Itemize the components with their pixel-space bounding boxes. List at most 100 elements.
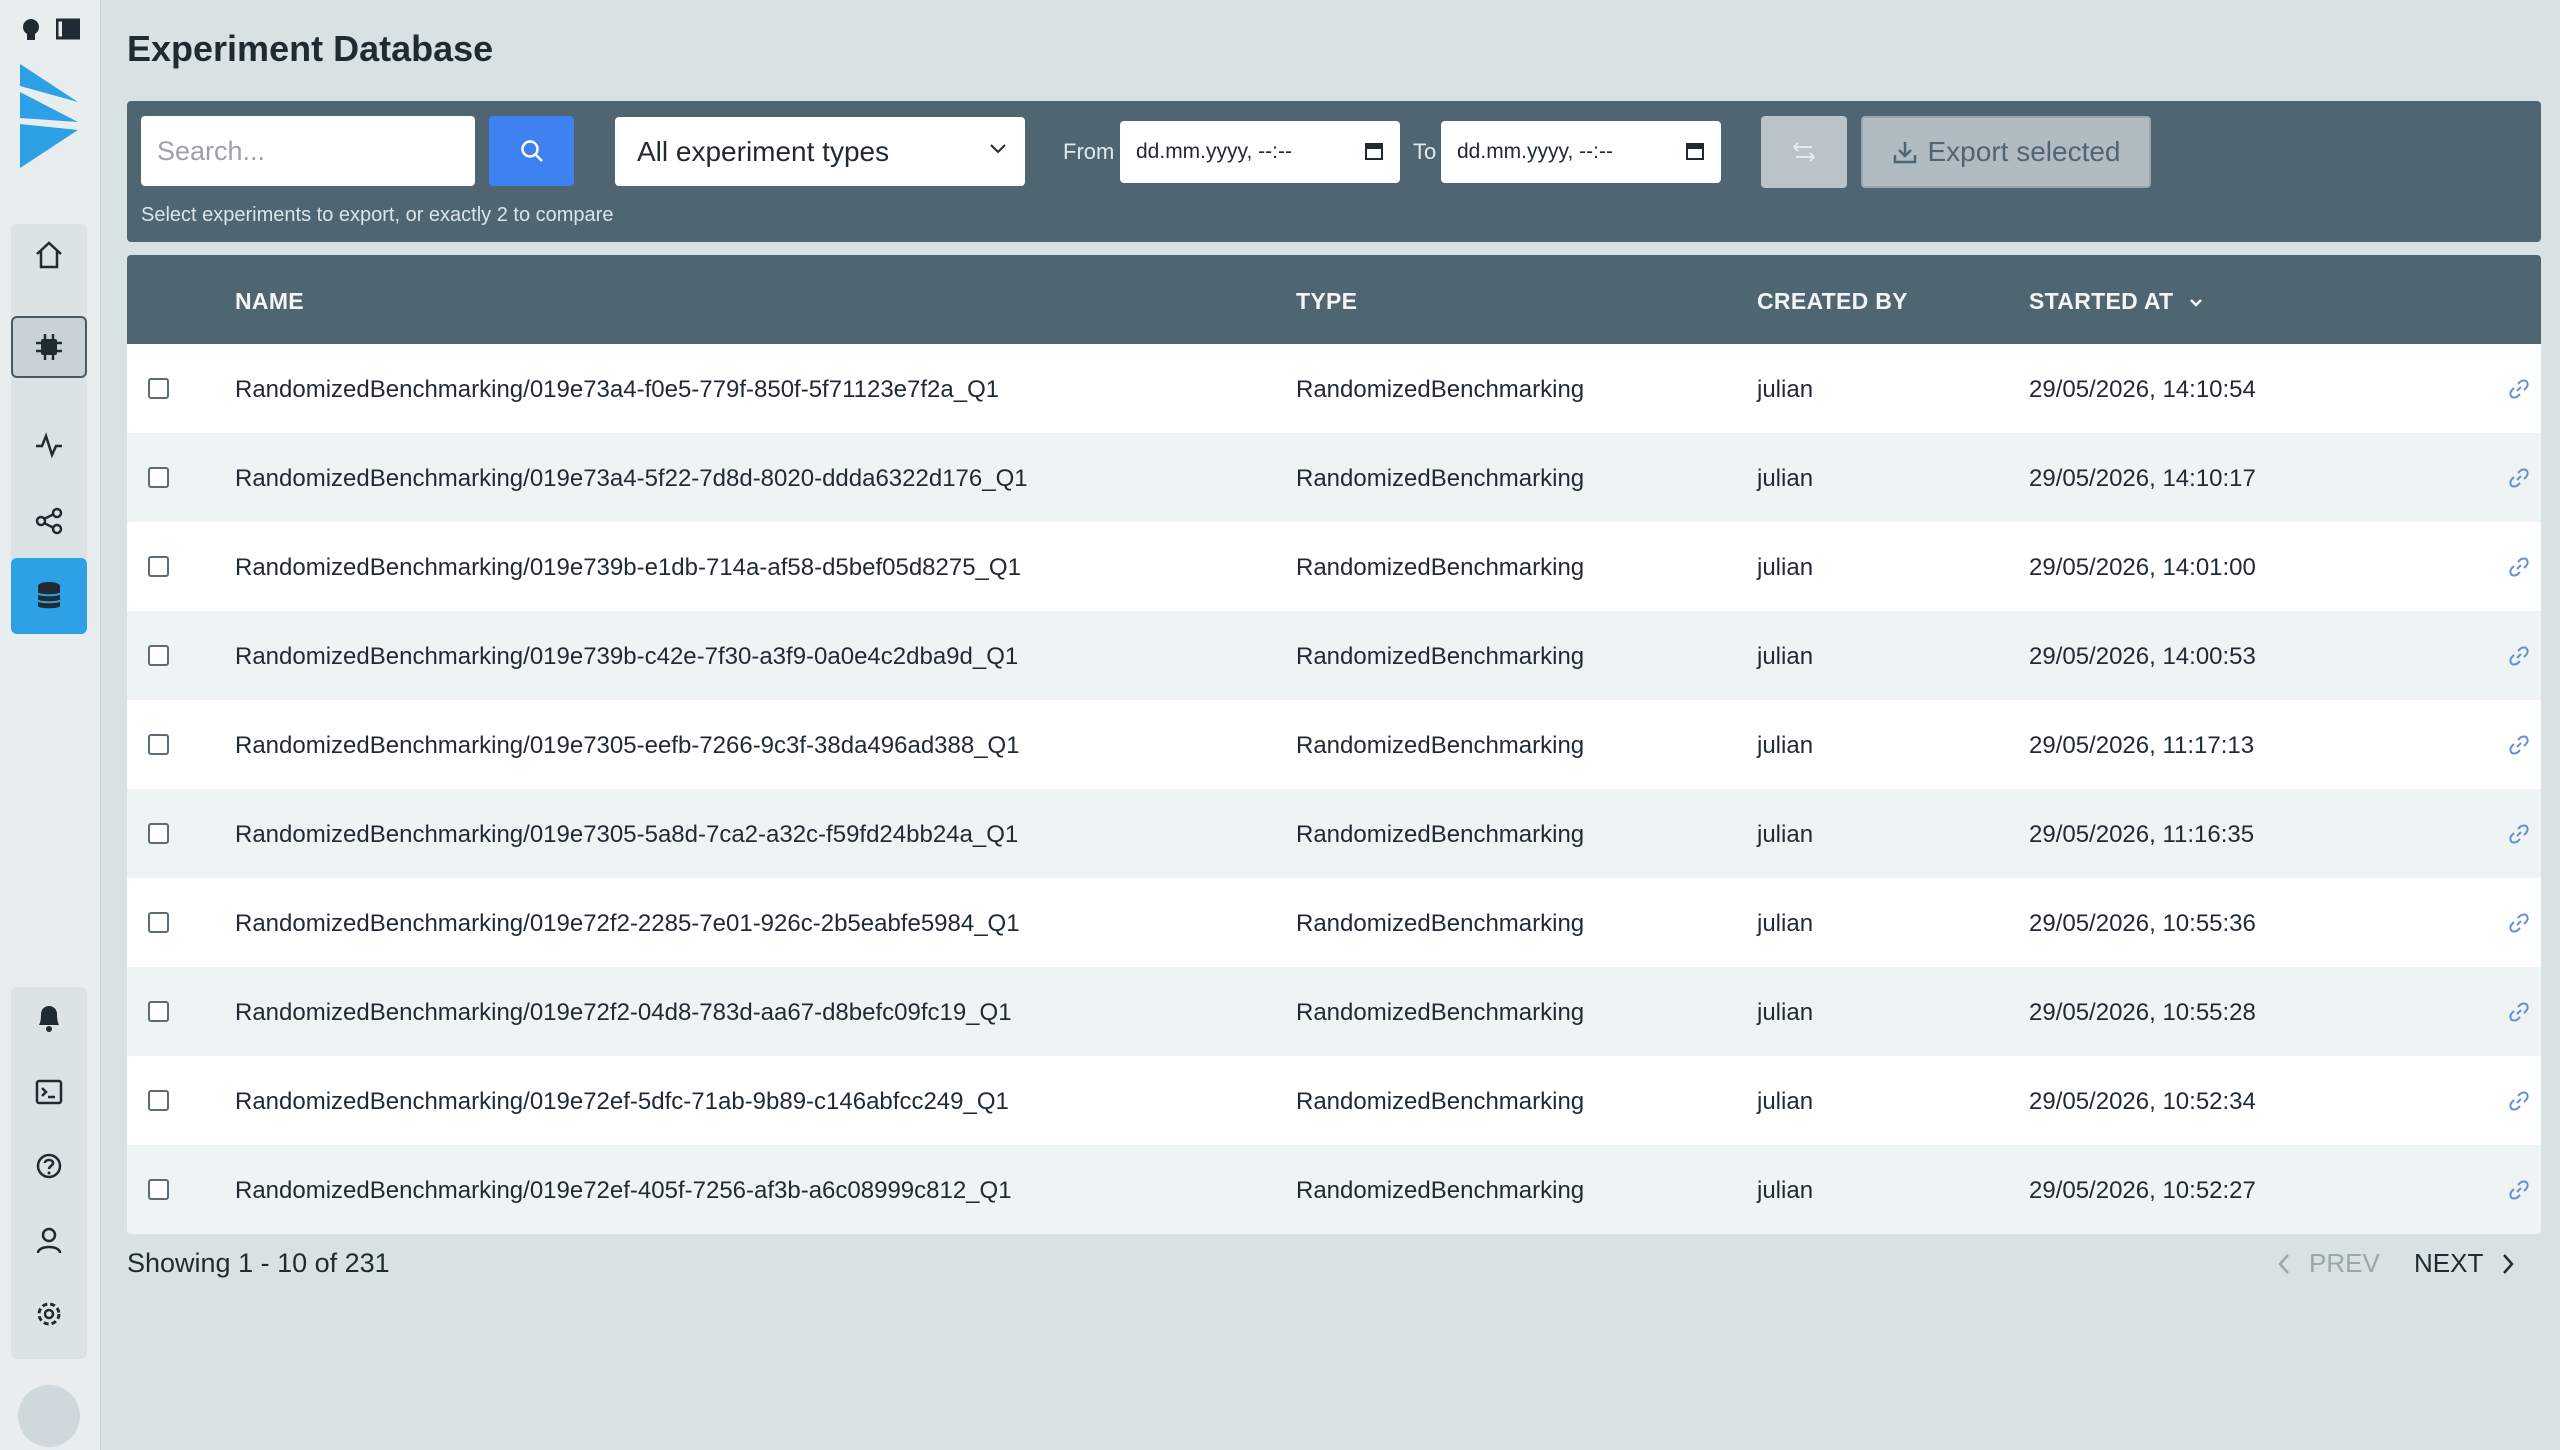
next-page-button[interactable]: NEXT <box>2414 1248 2515 1279</box>
to-date-input[interactable]: dd.mm.yyyy, --:-- <box>1441 121 1721 183</box>
cell-started-at: 29/05/2026, 10:55:36 <box>2029 910 2256 937</box>
cell-name[interactable]: RandomizedBenchmarking/019e72f2-04d8-783… <box>235 999 1012 1027</box>
link-icon[interactable] <box>2507 822 2531 846</box>
experiment-type-value: All experiment types <box>637 135 890 167</box>
row-checkbox[interactable] <box>148 1179 169 1200</box>
lightbulb-icon[interactable] <box>20 18 42 47</box>
home-icon <box>36 241 62 269</box>
link-icon[interactable] <box>2507 911 2531 935</box>
row-checkbox[interactable] <box>148 378 169 399</box>
nav-help[interactable] <box>11 1135 87 1197</box>
table-row[interactable]: RandomizedBenchmarking/019e739b-e1db-714… <box>127 522 2541 611</box>
table-row[interactable]: RandomizedBenchmarking/019e72f2-2285-7e0… <box>127 878 2541 967</box>
table-row[interactable]: RandomizedBenchmarking/019e72ef-5dfc-71a… <box>127 1056 2541 1145</box>
search-input[interactable] <box>141 116 475 186</box>
calendar-icon[interactable] <box>1685 141 1705 161</box>
table-row[interactable]: RandomizedBenchmarking/019e7305-5a8d-7ca… <box>127 789 2541 878</box>
cell-name[interactable]: RandomizedBenchmarking/019e72f2-2285-7e0… <box>235 910 1020 938</box>
cell-name[interactable]: RandomizedBenchmarking/019e72ef-5dfc-71a… <box>235 1088 1009 1116</box>
cell-created-by: julian <box>1757 643 1814 670</box>
nav-group-bottom <box>11 987 87 1359</box>
compare-button[interactable] <box>1761 116 1847 188</box>
cell-name[interactable]: RandomizedBenchmarking/019e7305-eefb-726… <box>235 732 1020 760</box>
column-header-started-at[interactable]: STARTED AT <box>2029 288 2204 315</box>
from-date-input[interactable]: dd.mm.yyyy, --:-- <box>1120 121 1400 183</box>
table-row[interactable]: RandomizedBenchmarking/019e739b-c42e-7f3… <box>127 611 2541 700</box>
cell-name[interactable]: RandomizedBenchmarking/019e739b-c42e-7f3… <box>235 643 1018 671</box>
row-checkbox[interactable] <box>148 467 169 488</box>
experiment-type-select[interactable]: All experiment types <box>615 117 1025 186</box>
cell-name[interactable]: RandomizedBenchmarking/019e72ef-405f-725… <box>235 1177 1012 1205</box>
nav-activity[interactable] <box>11 414 87 476</box>
link-icon[interactable] <box>2507 1000 2531 1024</box>
nav-database[interactable] <box>11 558 87 634</box>
help-icon <box>36 1153 62 1179</box>
cell-name[interactable]: RandomizedBenchmarking/019e73a4-f0e5-779… <box>235 376 999 404</box>
table-row[interactable]: RandomizedBenchmarking/019e72ef-405f-725… <box>127 1145 2541 1234</box>
row-checkbox[interactable] <box>148 912 169 933</box>
cell-created-by: julian <box>1757 465 1814 492</box>
cell-type: RandomizedBenchmarking <box>1296 1088 1585 1115</box>
nav-user[interactable] <box>11 1209 87 1271</box>
column-header-name[interactable]: NAME <box>235 288 304 315</box>
calendar-icon[interactable] <box>1364 141 1384 161</box>
cell-created-by: julian <box>1757 910 1814 937</box>
cell-name[interactable]: RandomizedBenchmarking/019e73a4-5f22-7d8… <box>235 465 1028 493</box>
link-icon[interactable] <box>2507 644 2531 668</box>
cell-started-at: 29/05/2026, 11:17:13 <box>2029 732 2255 759</box>
cell-type: RandomizedBenchmarking <box>1296 999 1585 1026</box>
cell-type: RandomizedBenchmarking <box>1296 465 1585 492</box>
cell-started-at: 29/05/2026, 10:52:34 <box>2029 1088 2256 1115</box>
link-icon[interactable] <box>2507 555 2531 579</box>
page-title: Experiment Database <box>127 28 494 69</box>
table-row[interactable]: RandomizedBenchmarking/019e73a4-5f22-7d8… <box>127 433 2541 522</box>
cell-name[interactable]: RandomizedBenchmarking/019e7305-5a8d-7ca… <box>235 821 1018 849</box>
row-checkbox[interactable] <box>148 734 169 755</box>
row-checkbox[interactable] <box>148 1090 169 1111</box>
table-body: RandomizedBenchmarking/019e73a4-f0e5-779… <box>127 344 2541 1234</box>
row-checkbox[interactable] <box>148 556 169 577</box>
cell-created-by: julian <box>1757 1088 1814 1115</box>
nav-notifications[interactable] <box>11 987 87 1049</box>
sort-down-icon <box>2190 299 2202 307</box>
prev-page-button[interactable]: PREV <box>2277 1248 2380 1279</box>
chevron-right-icon <box>2503 1253 2515 1274</box>
table-row[interactable]: RandomizedBenchmarking/019e7305-eefb-726… <box>127 700 2541 789</box>
cell-name[interactable]: RandomizedBenchmarking/019e739b-e1db-714… <box>235 554 1021 582</box>
to-date-value: dd.mm.yyyy, --:-- <box>1457 140 1613 163</box>
download-icon <box>1893 142 1916 164</box>
search-button[interactable] <box>489 116 574 186</box>
link-icon[interactable] <box>2507 1089 2531 1113</box>
link-icon[interactable] <box>2507 377 2531 401</box>
cell-started-at: 29/05/2026, 10:52:27 <box>2029 1177 2256 1204</box>
row-checkbox[interactable] <box>148 645 169 666</box>
nav-settings[interactable] <box>11 1283 87 1345</box>
app-logo[interactable] <box>16 62 80 172</box>
nav-graph[interactable] <box>11 490 87 552</box>
sidebar-toggle-icon[interactable] <box>55 18 81 47</box>
pagination-summary: Showing 1 - 10 of 231 <box>127 1248 390 1278</box>
cell-started-at: 29/05/2026, 11:16:35 <box>2029 821 2255 848</box>
chip-icon <box>36 334 62 360</box>
table-row[interactable]: RandomizedBenchmarking/019e72f2-04d8-783… <box>127 967 2541 1056</box>
prev-label: PREV <box>2309 1248 2380 1278</box>
avatar[interactable] <box>18 1385 80 1447</box>
to-label: To <box>1413 139 1437 164</box>
from-date-value: dd.mm.yyyy, --:-- <box>1136 140 1292 163</box>
cell-started-at: 29/05/2026, 10:55:28 <box>2029 999 2256 1026</box>
nav-chip[interactable] <box>11 316 87 378</box>
table-row[interactable]: RandomizedBenchmarking/019e73a4-f0e5-779… <box>127 344 2541 433</box>
next-label: NEXT <box>2414 1248 2484 1278</box>
filter-toolbar: All experiment types From dd.mm.yyyy, --… <box>127 101 2541 242</box>
nav-home[interactable] <box>11 224 87 286</box>
row-checkbox[interactable] <box>148 1001 169 1022</box>
cell-created-by: julian <box>1757 554 1814 581</box>
export-selected-button[interactable]: Export selected <box>1861 116 2151 188</box>
column-header-type[interactable]: TYPE <box>1296 288 1357 315</box>
link-icon[interactable] <box>2507 1178 2531 1202</box>
nav-terminal[interactable] <box>11 1061 87 1123</box>
row-checkbox[interactable] <box>148 823 169 844</box>
link-icon[interactable] <box>2507 733 2531 757</box>
link-icon[interactable] <box>2507 466 2531 490</box>
column-header-created-by[interactable]: CREATED BY <box>1757 288 1908 315</box>
